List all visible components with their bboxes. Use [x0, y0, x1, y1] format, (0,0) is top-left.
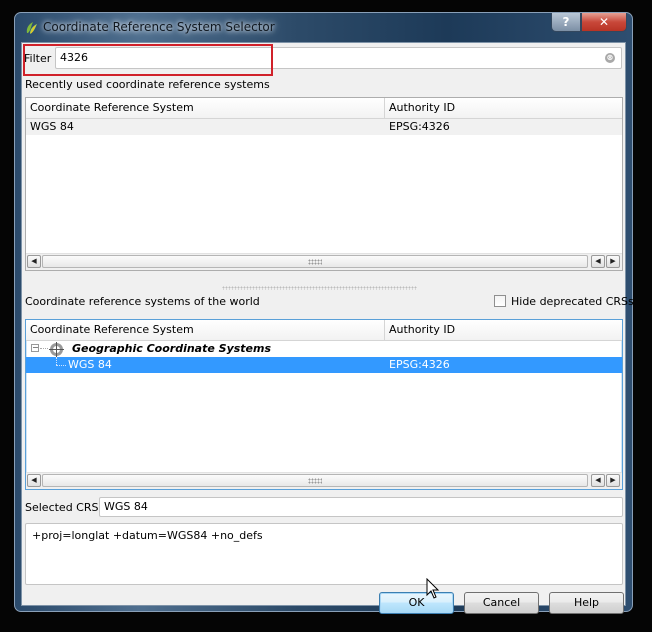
help-button[interactable]: Help: [549, 592, 624, 614]
qgis-logo-icon: [26, 22, 37, 34]
world-horizontal-scrollbar[interactable]: ◀ ◀ ▶: [26, 472, 622, 489]
recent-col-authority-id[interactable]: Authority ID: [385, 98, 622, 118]
tree-group-row[interactable]: − Geographic Coordinate Systems: [26, 341, 622, 357]
filter-highlight-box: [23, 44, 273, 76]
scroll-left-arrow-icon[interactable]: ◀: [591, 474, 605, 487]
selected-crs-value: WGS 84: [104, 500, 148, 513]
recent-row-authority-id: EPSG:4326: [389, 120, 450, 133]
splitter-handle[interactable]: [222, 286, 417, 290]
world-col-crs[interactable]: Coordinate Reference System: [26, 320, 385, 340]
scroll-left-arrow-icon[interactable]: ◀: [591, 255, 605, 268]
mouse-cursor-icon: [426, 578, 440, 599]
grip-icon: [308, 478, 322, 484]
proj-definition-text: +proj=longlat +datum=WGS84 +no_defs: [32, 529, 263, 542]
world-col-authority-id[interactable]: Authority ID: [385, 320, 622, 340]
world-crs-heading: Coordinate reference systems of the worl…: [25, 295, 260, 308]
window-title: Coordinate Reference System Selector: [43, 20, 275, 34]
recent-table-header: Coordinate Reference System Authority ID: [26, 98, 622, 119]
selected-crs-label: Selected CRS:: [25, 501, 103, 514]
tree-item-crs: WGS 84: [68, 358, 112, 371]
proj-definition-box[interactable]: +proj=longlat +datum=WGS84 +no_defs: [25, 523, 623, 585]
scroll-thumb[interactable]: [42, 474, 588, 487]
tree-item-row[interactable]: WGS 84 EPSG:4326: [26, 357, 622, 373]
close-button[interactable]: ✕: [581, 13, 627, 32]
crs-selector-dialog: Coordinate Reference System Selector ? ✕…: [14, 12, 634, 614]
recent-table-row[interactable]: WGS 84 EPSG:4326: [26, 119, 622, 135]
recent-col-crs[interactable]: Coordinate Reference System: [26, 98, 385, 118]
world-table-header: Coordinate Reference System Authority ID: [26, 320, 622, 341]
scroll-right-arrow-icon[interactable]: ▶: [606, 255, 620, 268]
globe-icon: [49, 342, 64, 357]
recent-row-crs: WGS 84: [30, 120, 74, 133]
hide-deprecated-label[interactable]: Hide deprecated CRSs: [511, 295, 634, 308]
clear-filter-icon[interactable]: ⊗: [605, 53, 615, 63]
dialog-body: Filter 4326 ⊗ Recently used coordinate r…: [21, 42, 634, 614]
cancel-button[interactable]: Cancel: [464, 592, 539, 614]
collapse-icon[interactable]: −: [31, 344, 39, 352]
tree-group-label: Geographic Coordinate Systems: [72, 342, 272, 355]
title-help-button[interactable]: ?: [551, 13, 581, 32]
tree-line: [40, 348, 48, 349]
grip-icon: [308, 259, 322, 265]
recent-crs-heading: Recently used coordinate reference syste…: [25, 78, 270, 91]
hide-deprecated-checkbox[interactable]: [494, 295, 506, 307]
world-crs-tree: Coordinate Reference System Authority ID…: [25, 319, 623, 490]
scroll-left-arrow-icon[interactable]: ◀: [27, 255, 41, 268]
selected-crs-field[interactable]: WGS 84: [99, 497, 623, 517]
scroll-left-arrow-icon[interactable]: ◀: [27, 474, 41, 487]
ok-button[interactable]: OK: [379, 592, 454, 614]
scroll-thumb[interactable]: [42, 255, 588, 268]
tree-item-authority-id: EPSG:4326: [389, 358, 450, 371]
recent-crs-table: Coordinate Reference System Authority ID…: [25, 97, 623, 271]
tree-line: [56, 357, 57, 365]
recent-horizontal-scrollbar[interactable]: ◀ ◀ ▶: [26, 253, 622, 270]
scroll-right-arrow-icon[interactable]: ▶: [606, 474, 620, 487]
